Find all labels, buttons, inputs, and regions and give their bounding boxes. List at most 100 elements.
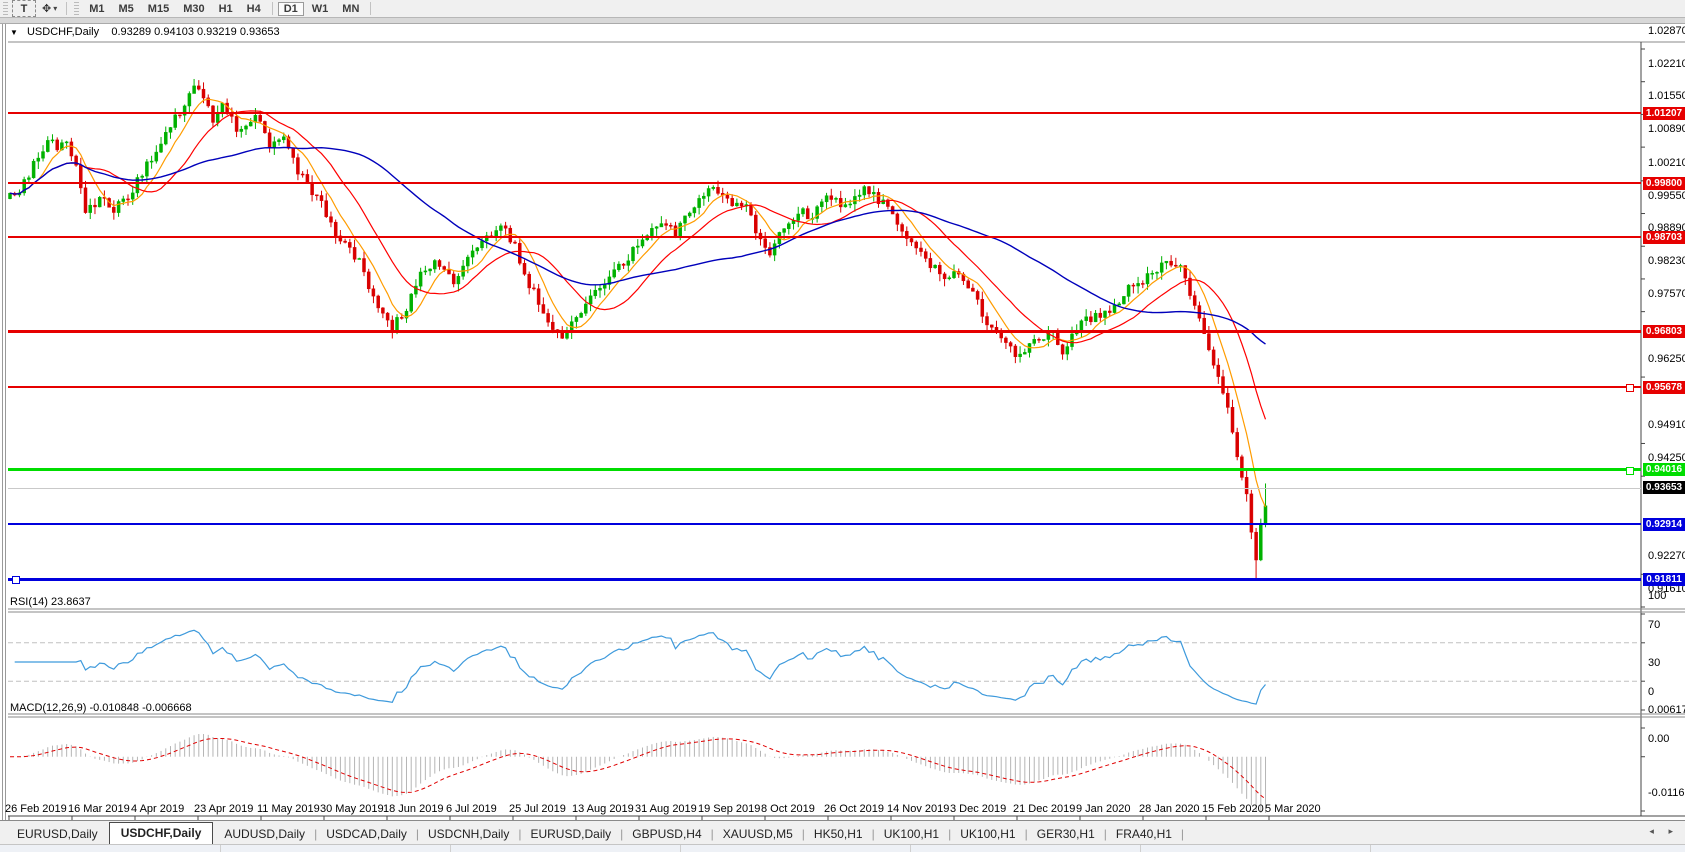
rsi-tick-label: 100 (1648, 590, 1666, 602)
price-level-tag[interactable]: 0.92914 (1643, 518, 1685, 531)
rsi-tick-label: 70 (1648, 619, 1660, 631)
toolbar-drag-handle[interactable] (74, 2, 79, 15)
chart-tab-usdcad-daily[interactable]: USDCAD,Daily (317, 824, 416, 845)
horizontal-level-line[interactable] (8, 112, 1641, 114)
price-level-tag[interactable]: 0.99800 (1643, 177, 1685, 190)
date-axis-label: 9 Jan 2020 (1076, 803, 1130, 815)
date-axis-label: 31 Aug 2019 (635, 803, 697, 815)
price-tick-label: 0.94910 (1648, 419, 1685, 431)
docked-panel-separator (1140, 845, 1141, 852)
macd-tick-label: 0.006173 (1648, 704, 1685, 716)
chevron-down-icon: ▾ (53, 4, 57, 13)
trading-platform-window: T ✥ ▾ M1M5M15M30H1H4 D1W1MN ▼ USDCHF,Dail… (0, 0, 1685, 852)
date-axis-label: 30 May 2019 (320, 803, 384, 815)
timeframe-button-m30[interactable]: M30 (177, 2, 210, 16)
docked-panel-separator (450, 845, 451, 852)
price-tick-label: 1.02210 (1648, 58, 1685, 70)
price-level-tag[interactable]: 0.94016 (1643, 463, 1685, 476)
horizontal-level-line[interactable] (8, 578, 1641, 581)
macd-histogram (10, 734, 1266, 813)
tab-scroll-right-icon[interactable]: ▸ (1668, 826, 1679, 836)
date-axis-label: 4 Apr 2019 (131, 803, 184, 815)
toolbar-drag-handle[interactable] (3, 2, 8, 15)
collapse-triangle-icon[interactable]: ▼ (10, 28, 18, 37)
horizontal-level-line[interactable] (8, 236, 1641, 238)
horizontal-level-line[interactable] (8, 182, 1641, 184)
chart-title: ▼ USDCHF,Daily 0.93289 0.94103 0.93219 0… (10, 26, 280, 38)
timeframe-button-h4[interactable]: H4 (241, 2, 267, 16)
price-tick-label: 1.02870 (1648, 25, 1685, 37)
cursor-tool-button[interactable]: ✥ ▾ (38, 1, 61, 16)
level-drag-handle[interactable] (1626, 384, 1634, 392)
price-level-tag[interactable]: 1.01207 (1643, 107, 1685, 120)
timeframe-button-d1[interactable]: D1 (278, 2, 304, 16)
date-axis-label: 18 Jun 2019 (383, 803, 444, 815)
date-axis-label: 16 Mar 2019 (68, 803, 130, 815)
timeframe-button-m1[interactable]: M1 (83, 2, 110, 16)
toolbar-separator (272, 2, 273, 15)
chart-tab-usdchf-daily[interactable]: USDCHF,Daily (109, 822, 214, 845)
date-axis-label: 26 Feb 2019 (5, 803, 67, 815)
horizontal-level-line[interactable] (8, 330, 1641, 333)
cursor-tool-icon: ✥ (42, 2, 51, 15)
timeframe-button-m5[interactable]: M5 (113, 2, 140, 16)
chart-tab-xauusd-m5[interactable]: XAUUSD,M5 (714, 824, 802, 845)
timeframe-button-mn[interactable]: MN (336, 2, 365, 16)
chart-tab-uk100-h1[interactable]: UK100,H1 (875, 824, 948, 845)
price-tick-label: 1.00210 (1648, 157, 1685, 169)
price-level-tag[interactable]: 0.98703 (1643, 231, 1685, 244)
horizontal-level-line[interactable] (8, 386, 1641, 388)
horizontal-level-line[interactable] (8, 523, 1641, 525)
tab-scroll-arrows: ◂ ▸ (1649, 826, 1679, 837)
chart-canvas[interactable] (0, 18, 1685, 820)
macd-indicator-label: MACD(12,26,9) -0.010848 -0.006668 (10, 702, 192, 714)
docked-panel-separator (910, 845, 911, 852)
date-axis-label: 15 Feb 2020 (1202, 803, 1264, 815)
text-tool-button[interactable]: T (12, 0, 36, 17)
tab-scroll-left-icon[interactable]: ◂ (1649, 826, 1660, 836)
price-level-tag[interactable]: 0.91811 (1643, 573, 1685, 586)
price-tick-label: 0.92270 (1648, 550, 1685, 562)
docked-panel-separator (220, 845, 221, 852)
level-drag-handle[interactable] (1626, 467, 1634, 475)
timeframe-button-h1[interactable]: H1 (213, 2, 239, 16)
docked-panel-separator (1370, 845, 1371, 852)
docked-panel-separator (680, 845, 681, 852)
date-axis-label: 23 Apr 2019 (194, 803, 253, 815)
date-axis-label: 13 Aug 2019 (572, 803, 634, 815)
chart-tab-uk100-h1[interactable]: UK100,H1 (951, 824, 1024, 845)
price-level-tag[interactable]: 0.96803 (1643, 325, 1685, 338)
date-axis-label: 8 Oct 2019 (761, 803, 815, 815)
price-tick-label: 0.97570 (1648, 288, 1685, 300)
level-drag-handle[interactable] (12, 576, 20, 584)
chart-tab-fra40-h1[interactable]: FRA40,H1 (1107, 824, 1181, 845)
chart-tab-ger30-h1[interactable]: GER30,H1 (1028, 824, 1104, 845)
chart-tab-eurusd-daily[interactable]: EURUSD,Daily (8, 824, 107, 845)
price-tick-label: 1.01550 (1648, 90, 1685, 102)
chart-tab-eurusd-daily[interactable]: EURUSD,Daily (521, 824, 620, 845)
chart-ohlc-values: 0.93289 0.94103 0.93219 0.93653 (111, 26, 279, 38)
date-axis-label: 25 Jul 2019 (509, 803, 566, 815)
price-tick-label: 0.96250 (1648, 353, 1685, 365)
date-axis-label: 14 Nov 2019 (887, 803, 949, 815)
date-axis-label: 3 Dec 2019 (950, 803, 1006, 815)
toolbar-separator (370, 2, 371, 15)
timeframe-button-m15[interactable]: M15 (142, 2, 175, 16)
timeframe-group: M1M5M15M30H1H4 D1W1MN (82, 2, 375, 16)
toolbar-separator (66, 2, 67, 15)
chart-tab-usdcnh-daily[interactable]: USDCNH,Daily (419, 824, 518, 845)
date-axis-label: 21 Dec 2019 (1013, 803, 1075, 815)
chart-tab-audusd-daily[interactable]: AUDUSD,Daily (215, 824, 314, 845)
chart-symbol-label: USDCHF,Daily (27, 26, 99, 38)
main-toolbar: T ✥ ▾ M1M5M15M30H1H4 D1W1MN (0, 0, 1685, 18)
chart-tab-gbpusd-h4[interactable]: GBPUSD,H4 (623, 824, 710, 845)
price-tick-label: 0.98230 (1648, 255, 1685, 267)
price-level-tag[interactable]: 0.95678 (1643, 381, 1685, 394)
timeframe-button-w1[interactable]: W1 (306, 2, 335, 16)
date-axis-label: 19 Sep 2019 (698, 803, 760, 815)
price-tick-label: 0.99550 (1648, 190, 1685, 202)
horizontal-level-line[interactable] (8, 468, 1641, 471)
chart-tab-hk50-h1[interactable]: HK50,H1 (805, 824, 872, 845)
docked-panel-edge (0, 844, 1685, 852)
candlestick-series (9, 79, 1268, 578)
